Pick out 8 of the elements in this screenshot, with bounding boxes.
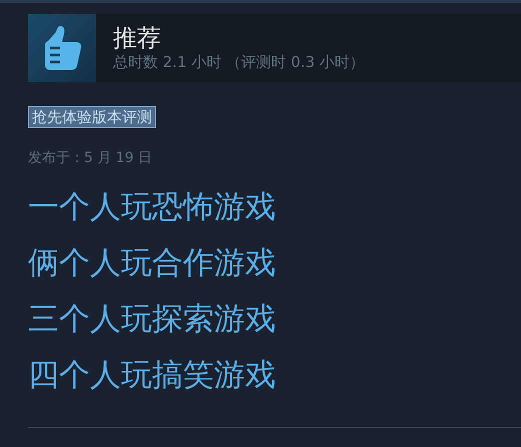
review-text-line: 四个人玩搞笑游戏 [28,356,277,395]
review-text-line: 一个人玩恐怖游戏 [28,188,277,227]
early-access-badge: 抢先体验版本评测 [28,106,156,128]
verdict-title: 推荐 [113,26,162,50]
posted-date: 发布于：5 月 19 日 [28,149,154,168]
review-text-line: 俩个人玩合作游戏 [28,244,277,283]
review-text-line: 三个人玩探索游戏 [28,300,277,339]
playtime-text: 总时数 2.1 小时 （评测时 0.3 小时） [113,55,365,70]
